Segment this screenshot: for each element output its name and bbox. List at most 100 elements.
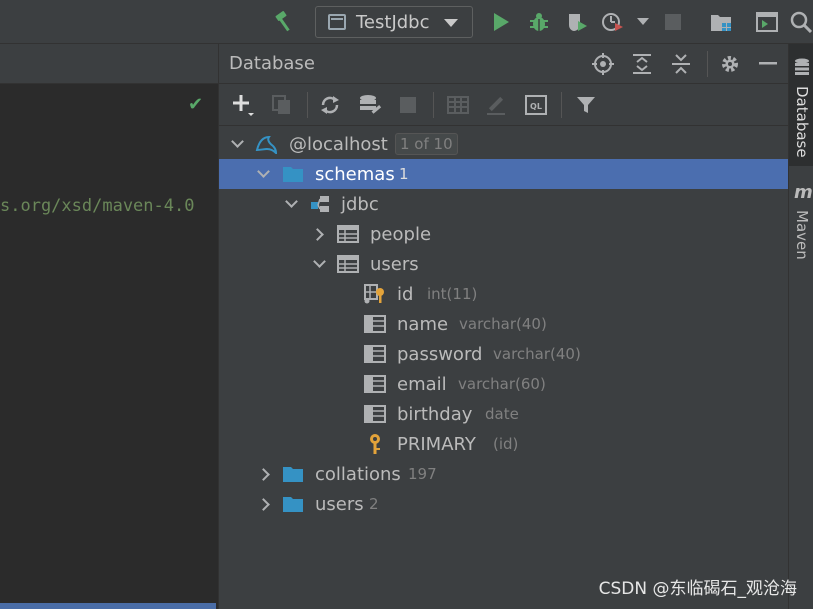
locate-icon[interactable] bbox=[590, 51, 616, 77]
separator bbox=[707, 51, 708, 77]
expand-arrow-icon[interactable] bbox=[285, 198, 297, 210]
run-icon[interactable] bbox=[488, 8, 514, 36]
terminal-icon[interactable] bbox=[754, 8, 780, 36]
chevron-down-icon[interactable] bbox=[630, 8, 656, 36]
schema-icon bbox=[309, 194, 331, 214]
expand-arrow-icon[interactable] bbox=[231, 138, 243, 150]
expand-arrow-icon[interactable] bbox=[259, 468, 271, 480]
watermark: CSDN @东临碣石_观沧海 bbox=[598, 579, 797, 599]
stop-icon[interactable] bbox=[395, 92, 421, 118]
project-structure-icon[interactable] bbox=[708, 8, 734, 36]
column-type: varchar(40) bbox=[459, 315, 547, 333]
tree-label: @localhost bbox=[289, 133, 388, 155]
minimize-icon[interactable] bbox=[755, 51, 781, 77]
column-name: birthday bbox=[397, 403, 473, 425]
column-name: name bbox=[397, 313, 449, 335]
run-configuration-select[interactable]: TestJdbc bbox=[315, 6, 473, 38]
column-name: email bbox=[397, 373, 447, 395]
tree-label: people bbox=[370, 223, 432, 245]
key-icon bbox=[364, 434, 386, 454]
expand-all-icon[interactable] bbox=[629, 51, 655, 77]
table-icon bbox=[337, 224, 359, 244]
check-icon: ✔ bbox=[188, 94, 204, 115]
tree-label: jdbc bbox=[341, 193, 379, 215]
tree-node-schemas[interactable]: schemas 1 bbox=[219, 159, 788, 189]
tree-label: collations bbox=[315, 463, 401, 485]
tree-node-column[interactable]: email varchar(60) bbox=[219, 369, 788, 399]
column-type: int(11) bbox=[427, 285, 478, 303]
editor-tab-bar bbox=[0, 44, 218, 84]
query-console-icon[interactable]: QL bbox=[523, 92, 549, 118]
tree-node-column[interactable]: birthday date bbox=[219, 399, 788, 429]
column-icon bbox=[364, 344, 386, 364]
expand-arrow-icon[interactable] bbox=[313, 228, 325, 240]
column-name: id bbox=[397, 283, 414, 305]
tree-node-users[interactable]: users 2 bbox=[219, 489, 788, 519]
schema-sync-icon[interactable] bbox=[357, 92, 383, 118]
tool-tab-database[interactable]: Database bbox=[789, 44, 813, 166]
tree-node-table-people[interactable]: people bbox=[219, 219, 788, 249]
column-icon bbox=[364, 404, 386, 424]
column-icon bbox=[364, 314, 386, 334]
key-name: PRIMARY bbox=[397, 433, 476, 455]
expand-arrow-icon[interactable] bbox=[259, 498, 271, 510]
expand-arrow-icon[interactable] bbox=[257, 168, 269, 180]
tree-node-column[interactable]: password varchar(40) bbox=[219, 339, 788, 369]
editor-scrollbar[interactable] bbox=[0, 603, 216, 609]
tree-node-collations[interactable]: collations 197 bbox=[219, 459, 788, 489]
primary-key-column-icon bbox=[364, 284, 386, 304]
tree-count: 2 bbox=[369, 495, 379, 513]
run-configuration-label: TestJdbc bbox=[356, 11, 430, 33]
datasource-count-badge: 1 of 10 bbox=[395, 133, 458, 155]
folder-icon bbox=[282, 464, 304, 484]
tool-tab-maven[interactable]: m Maven bbox=[789, 174, 813, 274]
database-panel-header: Database bbox=[219, 44, 789, 84]
maven-icon: m bbox=[794, 182, 813, 203]
gear-icon[interactable] bbox=[717, 51, 743, 77]
tree-node-column[interactable]: id int(11) bbox=[219, 279, 788, 309]
add-icon[interactable] bbox=[231, 92, 257, 118]
duplicate-icon[interactable] bbox=[269, 92, 295, 118]
tree-label: users bbox=[315, 493, 364, 515]
database-tool-window: Database QL @localhost 1 of 10 schemas 1… bbox=[218, 44, 789, 609]
mysql-icon bbox=[255, 134, 277, 154]
application-config-icon bbox=[328, 14, 346, 30]
table-editor-icon[interactable] bbox=[445, 92, 471, 118]
coverage-icon[interactable] bbox=[564, 8, 590, 36]
folder-icon bbox=[282, 164, 304, 184]
folder-icon bbox=[282, 494, 304, 514]
right-tool-window-bar: Database m Maven bbox=[788, 44, 813, 609]
stop-icon[interactable] bbox=[660, 8, 686, 36]
tree-node-key[interactable]: PRIMARY (id) bbox=[219, 429, 788, 459]
hammer-icon[interactable] bbox=[272, 8, 298, 36]
tree-label: users bbox=[370, 253, 419, 275]
collapse-all-icon[interactable] bbox=[668, 51, 694, 77]
column-type: varchar(60) bbox=[458, 375, 546, 393]
tree-node-table-users[interactable]: users bbox=[219, 249, 788, 279]
table-icon bbox=[337, 254, 359, 274]
tree-node-schema-jdbc[interactable]: jdbc bbox=[219, 189, 788, 219]
column-name: password bbox=[397, 343, 483, 365]
main-toolbar: TestJdbc bbox=[0, 0, 813, 44]
database-icon bbox=[794, 58, 810, 80]
tree-node-datasource[interactable]: @localhost 1 of 10 bbox=[219, 129, 788, 159]
database-toolbar: QL bbox=[219, 84, 789, 126]
separator bbox=[433, 92, 434, 118]
column-type: varchar(40) bbox=[493, 345, 581, 363]
separator bbox=[307, 92, 308, 118]
filter-icon[interactable] bbox=[573, 92, 599, 118]
column-icon bbox=[364, 374, 386, 394]
tree-label: schemas bbox=[315, 163, 395, 185]
refresh-icon[interactable] bbox=[317, 92, 343, 118]
chevron-down-icon bbox=[444, 19, 458, 27]
search-icon[interactable] bbox=[788, 8, 813, 36]
debug-icon[interactable] bbox=[526, 8, 552, 36]
tree-node-column[interactable]: name varchar(40) bbox=[219, 309, 788, 339]
tool-tab-label: Maven bbox=[793, 210, 811, 260]
profiler-icon[interactable] bbox=[600, 8, 626, 36]
key-columns: (id) bbox=[493, 435, 519, 453]
editor-area: ✔ s.org/xsd/maven-4.0 bbox=[0, 44, 218, 609]
edit-icon[interactable] bbox=[483, 92, 509, 118]
editor-code-line[interactable]: s.org/xsd/maven-4.0 bbox=[0, 196, 218, 216]
expand-arrow-icon[interactable] bbox=[313, 258, 325, 270]
